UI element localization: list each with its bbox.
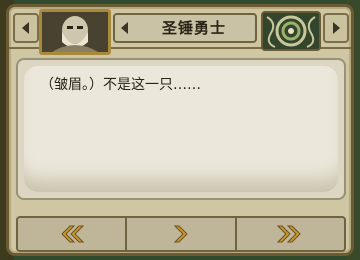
dialog-navigation xyxy=(16,216,346,252)
triangle-right-icon xyxy=(333,22,340,34)
triangle-left-icon xyxy=(22,22,29,34)
next-speaker-button[interactable] xyxy=(323,13,349,43)
dialog-panel: （皱眉。）不是这一只…… xyxy=(24,66,338,192)
back-button[interactable] xyxy=(18,218,128,250)
forward-button[interactable] xyxy=(127,218,237,250)
fast-forward-button[interactable] xyxy=(237,218,344,250)
speaker-name-plate: 圣锤勇士 xyxy=(113,13,257,43)
dialog-box: （皱眉。）不是这一只…… xyxy=(16,58,346,200)
dialog-text: （皱眉。）不是这一只…… xyxy=(40,77,201,93)
speaker-portrait xyxy=(39,9,111,55)
name-marker-icon xyxy=(121,22,128,34)
double-chevron-left-icon xyxy=(60,225,84,243)
prev-speaker-button[interactable] xyxy=(13,13,39,43)
double-chevron-right-icon xyxy=(277,225,302,243)
coiled-monster-portrait xyxy=(263,13,319,49)
bald-warrior-portrait xyxy=(42,12,108,52)
speaker-bar: 圣锤勇士 xyxy=(9,9,351,55)
monster-portrait xyxy=(261,11,321,51)
speaker-name: 圣锤勇士 xyxy=(161,19,226,37)
chevron-right-icon xyxy=(173,225,188,243)
